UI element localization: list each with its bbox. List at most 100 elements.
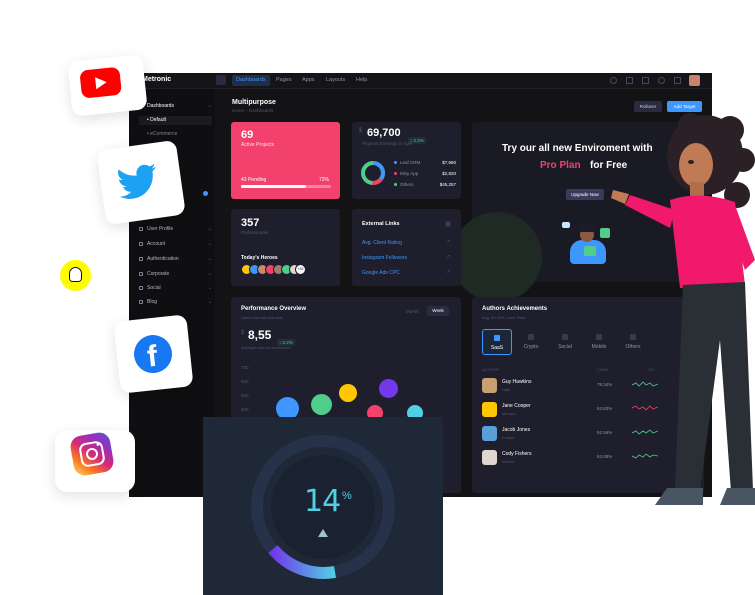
professionals-label: Professionals [241,230,269,235]
avatar [482,402,497,417]
tab-crypto[interactable]: Crypto [516,329,546,355]
performance-currency: $ [241,330,245,336]
tab-week[interactable]: Week [427,306,449,316]
sidebar-item-corporate[interactable]: Corporate ⌄ [139,270,214,279]
youtube-icon [79,66,123,99]
y-tick: 600 [241,379,249,384]
earnings-legend: Leaf CRM $7,660 Mivy App $2,820 Others $45,… [394,160,456,193]
chat-icon[interactable] [642,77,649,84]
projects-value: 69 [241,129,254,141]
active-projects-card: 69 Active Projects 43 Pending 72% [231,122,340,199]
decor-dot [379,379,398,398]
link-client-rating[interactable]: Avg. Client Rating [362,240,402,246]
twitter-icon [118,163,156,199]
sidebar-item-dashboards[interactable]: Dashboards ⌄ [139,102,214,111]
lock-icon [139,256,143,261]
earnings-card: $ 69,700 ↑ 2.2% Projects Earnings in Apr… [352,122,461,199]
tab-month[interactable]: Month [406,309,419,314]
promo-highlight: Pro Plan [540,160,581,171]
link-google-ads[interactable]: Google Ads CPC [362,270,400,276]
external-link-icon: ↗ [446,269,451,275]
avatar [482,450,497,465]
sidebar-toggle-button[interactable] [216,75,226,85]
youtube-card [67,54,148,117]
professionals-card: 357 Professionals Today's Heroes +42 [231,209,340,286]
earnings-donut [361,161,385,185]
saas-icon [494,335,500,341]
projects-label: Active Projects [241,142,275,148]
apps-icon[interactable] [658,77,665,84]
woman-illustration [611,113,755,505]
nav-dashboards[interactable]: Dashboards [232,75,270,86]
heroes-label: Today's Heroes [241,255,278,261]
legend-item: Mivy App $2,820 [394,171,456,182]
breadcrumb: Home – Dashboards [232,108,274,113]
blog-icon [139,299,143,304]
user-avatar[interactable] [689,75,700,86]
status-dot [203,191,208,196]
performance-value: 8,55 [248,328,272,342]
user-icon [139,226,143,231]
performance-title: Performance Overview [241,306,307,312]
nav-apps[interactable]: Apps [298,75,319,86]
theme-icon[interactable] [674,77,681,84]
tab-saas[interactable]: SaaS [482,329,512,355]
gauge-panel: 14 % [203,417,443,595]
gauge-unit: % [342,490,352,502]
hero-more-badge[interactable]: +42 [295,264,306,275]
authors-subtitle: Avg. 69.34% Conv. Rate [482,315,526,320]
sidebar-item-default[interactable]: • Default [139,116,212,125]
page-title: Multipurpose [232,99,276,106]
activity-icon[interactable] [626,77,633,84]
sidebar-item-account[interactable]: Account ⌄ [139,240,214,249]
search-icon[interactable] [610,77,617,84]
external-link-icon: ↗ [446,239,451,245]
tab-social[interactable]: Social [550,329,580,355]
more-icon[interactable] [445,221,451,227]
globe-icon [139,285,143,290]
gauge-value: 14 [304,484,341,519]
legend-item: Leaf CRM $7,660 [394,160,456,171]
projects-progress-track [241,185,331,188]
y-tick: 400 [241,407,249,412]
nav-help[interactable]: Help [352,75,371,86]
snapchat-icon [60,260,91,291]
projects-pending: 43 Pending [241,177,267,183]
professionals-value: 357 [241,217,260,229]
projects-percent: 72% [319,177,330,183]
instagram-icon [68,430,116,478]
external-link-icon: ↗ [446,254,451,260]
performance-caption: Average cost per interaction [241,345,291,350]
sidebar-item-blog[interactable]: Blog ⌄ [139,298,214,307]
y-tick: 700 [241,365,249,370]
instagram-card [55,430,135,492]
performance-subtitle: Users from all channels [241,315,283,320]
facebook-icon: f [132,333,174,375]
sidebar-item-ecommerce[interactable]: • eCommerce [139,130,214,139]
crypto-icon [528,334,534,340]
decor-dot [339,384,357,402]
nav-layouts[interactable]: Layouts [322,75,349,86]
y-tick: 500 [241,393,249,398]
link-instagram-followers[interactable]: Instagram Followers [362,255,407,261]
decor-dot [311,394,332,415]
projects-progress-fill [241,185,306,188]
facebook-card: f [113,314,194,394]
earnings-label: Projects Earnings in April [362,141,413,146]
sidebar-item-authentication[interactable]: Authentication ⌄ [139,255,214,264]
nav-pages[interactable]: Pages [272,75,296,86]
authors-title: Authors Achievements [482,306,548,312]
sidebar-item-social[interactable]: Social ⌄ [139,284,214,293]
brand-name: Metronic [142,76,172,83]
social-icon [562,334,568,340]
twitter-card [96,139,186,226]
sidebar-item-user-profile[interactable]: User Profile ⌄ [139,225,214,234]
external-links-card: External Links Avg. Client Rating Instag… [352,209,461,286]
top-bar: Metronic Dashboards Pages Apps Layouts H… [129,73,712,89]
account-icon [139,241,143,246]
building-icon [139,271,143,276]
avatar [482,426,497,441]
avatar [482,378,497,393]
legend-item: Others $45,257 [394,182,456,193]
col-author: AUTHOR [482,367,499,372]
